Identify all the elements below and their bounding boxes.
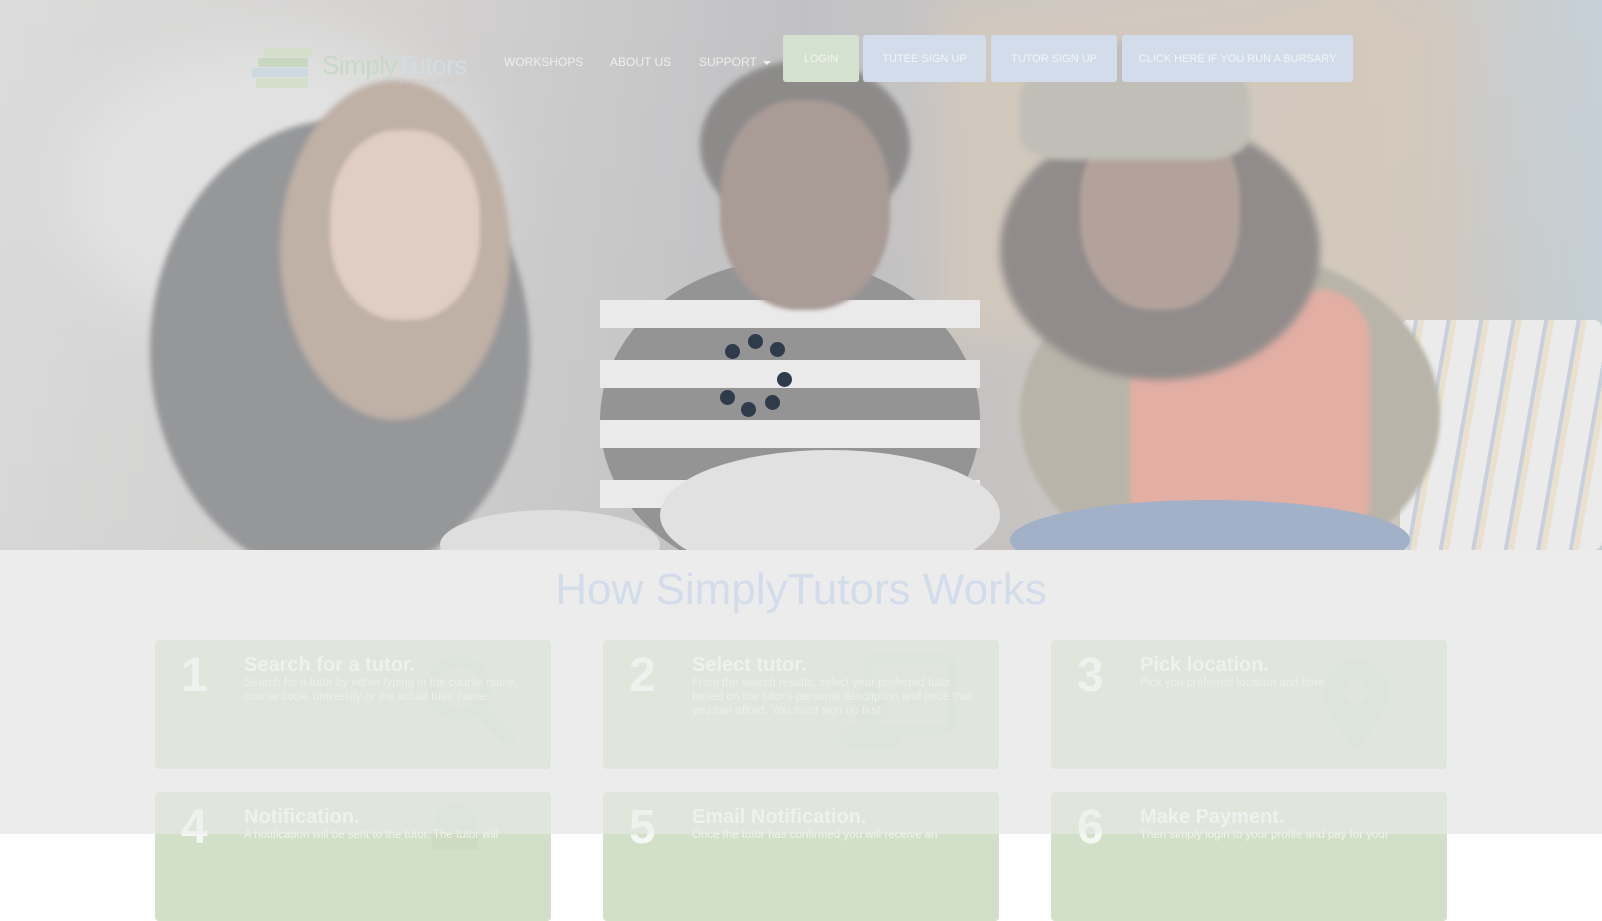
step-card-2: 2 Select tutor. From the search results,…: [603, 640, 999, 769]
simplytutors-logo[interactable]: SimplyTutors BY EDUCATION: [250, 44, 467, 94]
login-button[interactable]: LOGIN: [783, 35, 859, 82]
step-card-6: 6 Make Payment. Then simply login to you…: [1051, 792, 1447, 921]
step-description: Then simply login to your profile and pa…: [1140, 829, 1389, 841]
step-description: A notification will be sent to the tutor…: [244, 829, 499, 841]
nav-about-us[interactable]: ABOUT US: [610, 55, 671, 69]
step-title: Select tutor.: [692, 654, 807, 676]
step-description: Search for a tutor by either typing in t…: [244, 677, 519, 703]
step-description: Once the tutor has confirmed you will re…: [692, 829, 938, 841]
step-number: 3: [1077, 649, 1104, 702]
step-card-3: 3 Pick location. Pick you preferred loca…: [1051, 640, 1447, 769]
spinner-icon: [720, 334, 805, 417]
nav-support-dropdown[interactable]: SUPPORT: [699, 55, 771, 69]
step-title: Email Notification.: [692, 806, 867, 828]
nav-support-label: SUPPORT: [699, 55, 757, 69]
step-number: 6: [1077, 801, 1104, 854]
bursary-button[interactable]: CLICK HERE IF YOU RUN A BURSARY: [1122, 35, 1353, 82]
logo-tagline: BY EDUCATION: [400, 80, 457, 86]
nav-workshops[interactable]: WORKSHOPS: [504, 55, 583, 69]
step-title: Make Payment.: [1140, 806, 1285, 828]
books-logo-icon: [252, 48, 312, 88]
location-pin-icon: [1324, 660, 1388, 750]
step-number: 5: [629, 801, 656, 854]
spinner-dot: [725, 344, 740, 359]
logo-secondary-text: Tutors: [397, 50, 467, 80]
step-number: 1: [181, 649, 208, 702]
spinner-dot: [770, 342, 785, 357]
spinner-dot: [765, 395, 780, 410]
tutor-signup-button[interactable]: TUTOR SIGN UP: [991, 35, 1117, 82]
how-it-works-title: How SimplyTutors Works: [555, 565, 1047, 614]
step-number: 4: [181, 801, 208, 854]
top-navbar: SimplyTutors BY EDUCATION WORKSHOPS ABOU…: [0, 0, 1602, 110]
tutee-signup-button[interactable]: TUTEE SIGN UP: [863, 35, 986, 82]
spinner-dot: [777, 372, 792, 387]
spinner-dot: [748, 334, 763, 349]
logo-primary-text: Simply: [322, 50, 398, 80]
spinner-dot: [741, 402, 756, 417]
step-card-4: 4 Notification. A notification will be s…: [155, 792, 551, 921]
step-number: 2: [629, 649, 656, 702]
step-title: Notification.: [244, 806, 360, 828]
step-title: Search for a tutor.: [244, 654, 416, 676]
step-card-1: 1 Search for a tutor. Search for a tutor…: [155, 640, 551, 769]
logo-wordmark: SimplyTutors: [322, 50, 467, 81]
step-title: Pick location.: [1140, 654, 1269, 676]
spinner-dot: [720, 390, 735, 405]
step-card-5: 5 Email Notification. Once the tutor has…: [603, 792, 999, 921]
step-description: From the search results, select your pre…: [692, 677, 972, 717]
step-description: Pick you preferred location and time.: [1140, 677, 1327, 689]
caret-down-icon: [762, 60, 771, 65]
